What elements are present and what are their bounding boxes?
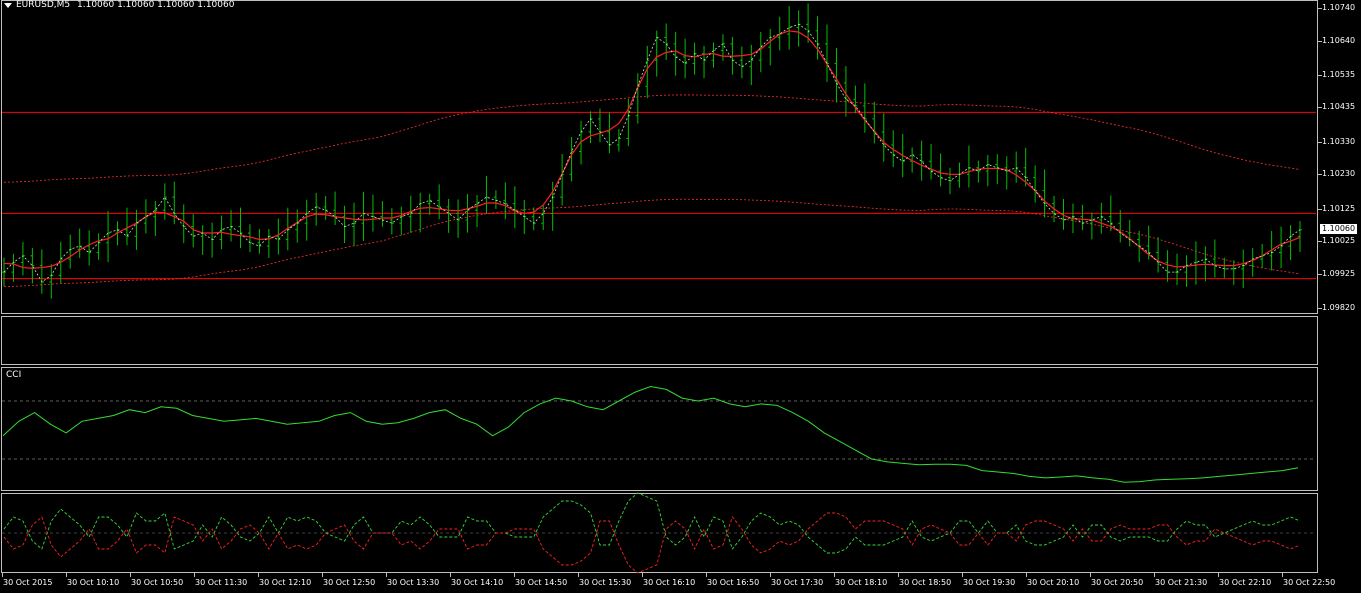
chevron-down-icon[interactable]	[4, 3, 12, 8]
symbol-label: EURUSD,M5	[16, 0, 71, 10]
time-tick-label: 30 Oct 10:10	[67, 578, 120, 587]
price-tick-label: 1.10740	[1322, 3, 1356, 12]
time-tick	[194, 573, 195, 577]
price-tick-label: 1.10125	[1322, 203, 1356, 213]
time-tick-label: 30 Oct 20:10	[1027, 578, 1080, 587]
current-price-marker: 1.10060	[1320, 224, 1358, 234]
time-tick-label: 30 Oct 16:10	[643, 578, 696, 587]
time-tick-label: 30 Oct 20:50	[1091, 578, 1144, 587]
time-tick-label: 30 Oct 12:10	[259, 578, 312, 587]
oscillator-red-line	[3, 512, 1301, 574]
time-tick	[770, 573, 771, 577]
time-tick-label: 30 Oct 18:50	[899, 578, 952, 587]
cci-label: CCI	[6, 370, 22, 380]
time-tick-label: 30 Oct 14:50	[515, 578, 568, 587]
time-tick	[1090, 573, 1091, 577]
oscillator-green-line	[3, 492, 1301, 554]
time-tick-label: 30 Oct 21:30	[1155, 578, 1208, 587]
time-tick-label: 30 Oct 22:50	[1283, 578, 1336, 587]
envelope-band-line	[3, 198, 1301, 288]
chart-canvas	[2, 3, 1316, 574]
time-tick	[1026, 573, 1027, 577]
envelope-band-line	[3, 94, 1301, 183]
time-tick	[2, 573, 3, 577]
time-tick	[834, 573, 835, 577]
time-tick	[898, 573, 899, 577]
time-tick-label: 30 Oct 19:30	[963, 578, 1016, 587]
time-tick-label: 30 Oct 2015	[3, 578, 53, 587]
time-tick	[962, 573, 963, 577]
time-tick	[130, 573, 131, 577]
time-tick	[258, 573, 259, 577]
time-tick-label: 30 Oct 14:10	[451, 578, 504, 587]
time-tick	[322, 573, 323, 577]
time-tick	[642, 573, 643, 577]
ohlc-values: 1.10060 1.10060 1.10060 1.10060	[77, 0, 235, 10]
time-tick-label: 30 Oct 11:30	[195, 578, 248, 587]
price-tick-label: 1.10435	[1322, 102, 1356, 112]
time-tick-label: 30 Oct 22:10	[1219, 578, 1272, 587]
price-tick-label: 1.10230	[1322, 169, 1356, 179]
time-tick-label: 30 Oct 18:10	[835, 578, 888, 587]
time-tick	[1282, 573, 1283, 577]
time-tick-label: 30 Oct 15:30	[579, 578, 632, 587]
time-tick	[450, 573, 451, 577]
time-tick	[386, 573, 387, 577]
time-tick	[578, 573, 579, 577]
time-tick	[514, 573, 515, 577]
price-tick-label: 1.10025	[1322, 236, 1356, 246]
price-tick-label: 1.10330	[1322, 136, 1356, 146]
time-tick-label: 30 Oct 17:30	[771, 578, 824, 587]
time-tick-label: 30 Oct 12:50	[323, 578, 376, 587]
time-tick	[1154, 573, 1155, 577]
price-tick-label: 1.09925	[1322, 268, 1356, 278]
time-tick-label: 30 Oct 16:50	[707, 578, 760, 587]
time-tick-label: 30 Oct 13:30	[387, 578, 440, 587]
price-tick-label: 1.09820	[1322, 303, 1356, 312]
price-tick-label: 1.10535	[1322, 69, 1356, 79]
price-tick-label: 1.10640	[1322, 35, 1356, 45]
time-tick	[706, 573, 707, 577]
time-tick-label: 30 Oct 10:50	[131, 578, 184, 587]
chart-title: EURUSD,M5 1.10060 1.10060 1.10060 1.1006…	[16, 0, 234, 10]
time-tick	[1218, 573, 1219, 577]
moving-average-line	[3, 30, 1301, 269]
time-tick	[66, 573, 67, 577]
